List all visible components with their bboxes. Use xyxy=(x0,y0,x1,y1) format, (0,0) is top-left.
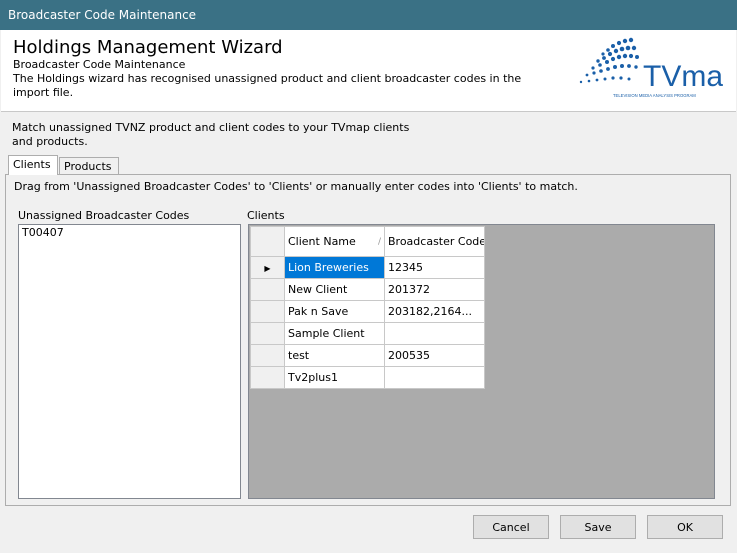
drag-instructions: Drag from 'Unassigned Broadcaster Codes'… xyxy=(14,180,578,193)
column-header-client-name[interactable]: Client Name / xyxy=(284,226,385,257)
broadcaster-code-cell[interactable]: 12345 xyxy=(384,256,485,279)
client-name-cell[interactable]: test xyxy=(284,344,385,367)
client-name-cell[interactable]: Tv2plus1 xyxy=(284,366,385,389)
broadcaster-code-cell[interactable] xyxy=(384,366,485,389)
table-row[interactable]: Pak n Save 203182,2164... xyxy=(250,300,485,323)
column-header-label: Client Name xyxy=(288,234,356,248)
column-header-broadcaster-code[interactable]: Broadcaster Code xyxy=(384,226,485,257)
broadcaster-code-cell[interactable]: 203182,2164... xyxy=(384,300,485,323)
client-name-cell[interactable]: Sample Client xyxy=(284,322,385,345)
row-header-corner xyxy=(250,226,285,257)
table-row[interactable]: Sample Client xyxy=(250,322,485,345)
clients-grid[interactable]: Client Name / Broadcaster Code ▶ Lion Bre… xyxy=(248,224,715,499)
tab-clients[interactable]: Clients xyxy=(8,155,58,175)
client-name-cell[interactable]: Lion Breweries xyxy=(284,256,385,279)
clients-tab-panel: Drag from 'Unassigned Broadcaster Codes'… xyxy=(5,174,731,506)
client-name-cell[interactable]: New Client xyxy=(284,278,385,301)
save-button[interactable]: Save xyxy=(560,515,636,539)
cancel-button[interactable]: Cancel xyxy=(473,515,549,539)
list-item[interactable]: T00407 xyxy=(19,225,240,240)
table-row[interactable]: New Client 201372 xyxy=(250,278,485,301)
current-row-icon: ▶ xyxy=(264,264,271,273)
wizard-title: Holdings Management Wizard xyxy=(13,37,283,58)
logo-tagline: TELEVISION MEDIA ANALYSIS PROGRAM xyxy=(613,93,696,98)
sort-icon: / xyxy=(377,236,381,247)
wizard-header: Holdings Management Wizard Broadcaster C… xyxy=(1,30,736,112)
client-name-cell[interactable]: Pak n Save xyxy=(284,300,385,323)
title-bar[interactable]: Broadcaster Code Maintenance xyxy=(0,0,737,30)
ok-button[interactable]: OK xyxy=(647,515,723,539)
window-title: Broadcaster Code Maintenance xyxy=(8,8,197,22)
instructions: Match unassigned TVNZ product and client… xyxy=(12,121,410,148)
broadcaster-code-cell[interactable] xyxy=(384,322,485,345)
table-row[interactable]: Tv2plus1 xyxy=(250,366,485,389)
table-row[interactable]: test 200535 xyxy=(250,344,485,367)
unassigned-codes-label: Unassigned Broadcaster Codes xyxy=(18,209,190,222)
clients-grid-label: Clients xyxy=(247,209,285,222)
row-header[interactable] xyxy=(250,344,285,367)
broadcaster-code-cell[interactable]: 200535 xyxy=(384,344,485,367)
tvmap-logo: TVmap TELEVISION MEDIA ANALYSIS PROGRAM xyxy=(579,37,723,98)
logo-text: TVmap xyxy=(643,60,723,93)
wizard-description: The Holdings wizard has recognised unass… xyxy=(13,72,522,99)
row-header[interactable] xyxy=(250,278,285,301)
table-row[interactable]: ▶ Lion Breweries 12345 xyxy=(250,256,485,279)
grid-header-row: Client Name / Broadcaster Code xyxy=(250,226,485,257)
unassigned-codes-list[interactable]: T00407 xyxy=(18,224,241,499)
row-header[interactable] xyxy=(250,300,285,323)
row-header[interactable] xyxy=(250,366,285,389)
row-header[interactable] xyxy=(250,322,285,345)
row-header[interactable]: ▶ xyxy=(250,256,285,279)
wizard-subtitle: Broadcaster Code Maintenance xyxy=(13,58,186,71)
broadcaster-code-cell[interactable]: 201372 xyxy=(384,278,485,301)
tab-products[interactable]: Products xyxy=(59,157,119,175)
